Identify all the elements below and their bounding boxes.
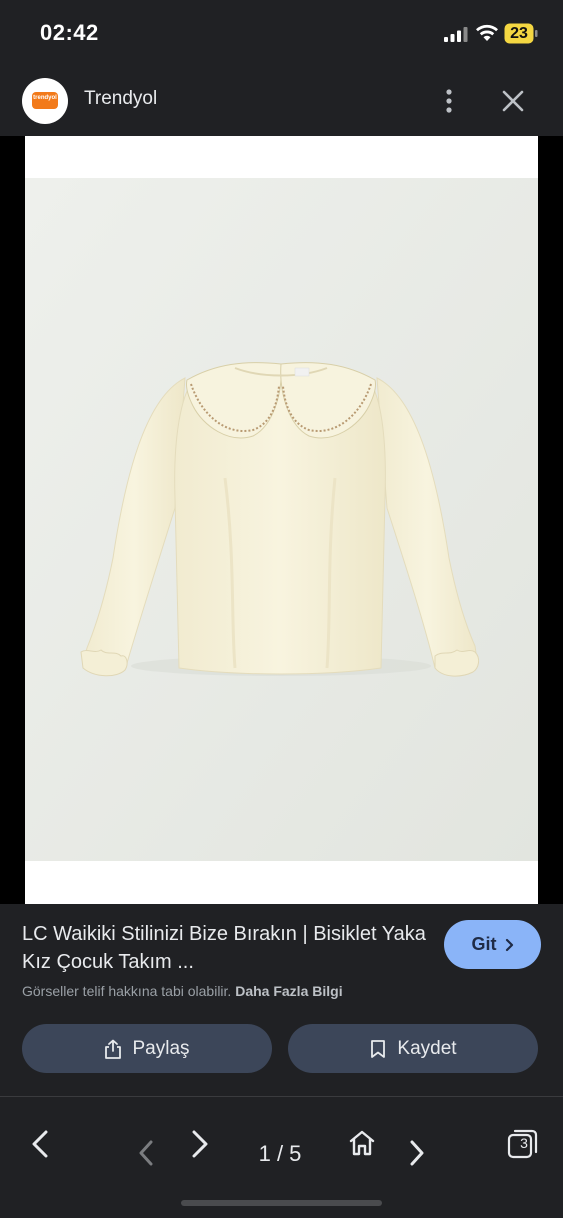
tabs-count: 3 (520, 1135, 528, 1151)
image-frame (25, 136, 538, 904)
result-info-panel: LC Waikiki Stilinizi Bize Bırakın | Bisi… (0, 904, 563, 1096)
save-button[interactable]: Kaydet (288, 1024, 538, 1073)
logo-antenna-right (49, 83, 57, 92)
battery-level: 23 (510, 25, 528, 42)
more-info-link[interactable]: Daha Fazla Bilgi (235, 983, 342, 999)
copyright-text: Görseller telif hakkına tabi olabilir. (22, 983, 232, 999)
next-image-icon[interactable] (190, 1129, 210, 1159)
save-button-label: Kaydet (397, 1037, 457, 1059)
share-icon (105, 1039, 122, 1059)
source-title: Trendyol (84, 88, 158, 109)
status-bar: 02:42 23 (0, 0, 563, 66)
previous-image-icon[interactable] (137, 1139, 155, 1167)
home-indicator[interactable] (181, 1200, 382, 1206)
blouse-image (25, 178, 538, 861)
logo-antenna-left (33, 83, 41, 92)
cellular-signal-icon (444, 27, 468, 42)
logo-badge: trendyol (32, 92, 58, 109)
result-title[interactable]: LC Waikiki Stilinizi Bize Bırakın | Bisi… (22, 920, 432, 976)
copyright-notice: Görseller telif hakkına tabi olabilir. D… (22, 983, 343, 999)
image-counter: 1 / 5 (258, 1141, 302, 1166)
browser-bottom-bar: 1 / 5 3 (0, 1096, 563, 1218)
image-viewer[interactable] (0, 136, 563, 904)
more-vert-icon[interactable] (438, 86, 460, 116)
visit-button[interactable]: Git (444, 920, 541, 969)
bookmark-icon (371, 1039, 386, 1058)
wifi-icon (476, 24, 498, 41)
trendyol-logo: trendyol (22, 78, 68, 124)
status-time: 02:42 (40, 20, 99, 45)
home-icon[interactable] (348, 1129, 376, 1157)
logo-text: trendyol (33, 95, 57, 101)
visit-button-label: Git (471, 934, 497, 954)
app-bar: trendyol Trendyol (0, 66, 563, 136)
share-button-label: Paylaş (132, 1037, 190, 1059)
chevron-right-icon (505, 938, 513, 951)
forward-icon[interactable] (408, 1139, 426, 1167)
close-icon[interactable] (500, 88, 526, 114)
back-icon[interactable] (30, 1129, 50, 1159)
share-button[interactable]: Paylaş (22, 1024, 272, 1073)
product-photo[interactable] (25, 178, 538, 861)
